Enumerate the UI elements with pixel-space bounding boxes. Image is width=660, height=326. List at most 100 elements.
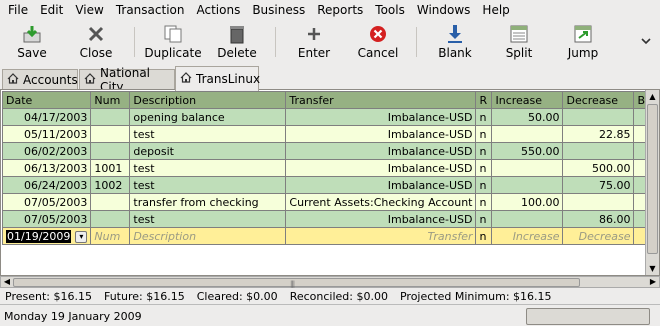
cell-decrease[interactable] bbox=[562, 193, 635, 211]
cell-decrease[interactable] bbox=[562, 142, 635, 160]
cell-reconciled[interactable]: n bbox=[475, 210, 493, 228]
menu-view[interactable]: View bbox=[69, 0, 109, 20]
cell-reconciled[interactable]: n bbox=[475, 159, 493, 177]
cell-date[interactable]: 06/02/2003 bbox=[1, 142, 92, 160]
cell-reconciled[interactable]: n bbox=[475, 142, 493, 160]
cell-transfer[interactable]: Imbalance-USD bbox=[285, 125, 477, 143]
col-date[interactable]: Date bbox=[1, 91, 92, 109]
cell-description[interactable]: test bbox=[129, 176, 287, 194]
menu-actions[interactable]: Actions bbox=[190, 0, 246, 20]
toolbar-overflow-chevron-icon[interactable] bbox=[638, 33, 654, 49]
cell-num[interactable]: 1001 bbox=[90, 159, 131, 177]
description-input[interactable]: Description bbox=[129, 227, 287, 245]
horizontal-scrollbar[interactable]: ◀ ||| ▶ bbox=[0, 276, 660, 288]
cell-transfer[interactable]: Current Assets:Checking Account bbox=[285, 193, 477, 211]
table-row[interactable]: 04/17/2003 opening balance Imbalance-USD… bbox=[1, 108, 656, 126]
cell-reconciled[interactable]: n bbox=[475, 125, 493, 143]
cell-increase[interactable] bbox=[491, 176, 564, 194]
cell-transfer[interactable]: Imbalance-USD bbox=[285, 159, 477, 177]
cell-increase[interactable]: 50.00 bbox=[491, 108, 564, 126]
cell-transfer[interactable]: Imbalance-USD bbox=[285, 210, 477, 228]
blank-transaction-row[interactable]: 01/19/2009 ▾ Num Description Transfer n I… bbox=[1, 227, 656, 245]
cell-num[interactable] bbox=[90, 125, 131, 143]
cell-increase[interactable] bbox=[491, 159, 564, 177]
cell-date[interactable]: 06/24/2003 bbox=[1, 176, 92, 194]
cell-reconciled[interactable]: n bbox=[475, 193, 493, 211]
cell-increase[interactable] bbox=[491, 210, 564, 228]
cell-num[interactable] bbox=[90, 142, 131, 160]
calendar-dropdown-icon[interactable]: ▾ bbox=[75, 230, 88, 243]
tab-translinux[interactable]: TransLinux bbox=[175, 66, 260, 91]
transfer-input[interactable]: Transfer bbox=[285, 227, 477, 245]
cell-description[interactable]: test bbox=[129, 159, 287, 177]
cell-description[interactable]: test bbox=[129, 125, 287, 143]
scroll-up-arrow-icon[interactable]: ▲ bbox=[646, 90, 659, 103]
cell-description[interactable]: test bbox=[129, 210, 287, 228]
cancel-button[interactable]: Cancel bbox=[346, 20, 410, 64]
cell-transfer[interactable]: Imbalance-USD bbox=[285, 176, 477, 194]
vertical-scroll-thumb[interactable] bbox=[647, 104, 658, 254]
cell-decrease[interactable]: 500.00 bbox=[562, 159, 635, 177]
cell-reconciled[interactable]: n bbox=[475, 108, 493, 126]
table-row[interactable]: 06/24/2003 1002 test Imbalance-USD n 75.… bbox=[1, 176, 656, 194]
enter-button[interactable]: Enter bbox=[282, 20, 346, 64]
blank-button[interactable]: Blank bbox=[423, 20, 487, 64]
horizontal-scroll-thumb[interactable]: ||| bbox=[13, 278, 580, 288]
duplicate-button[interactable]: Duplicate bbox=[141, 20, 205, 64]
vertical-scrollbar[interactable]: ▲ ▼ bbox=[645, 90, 659, 275]
cell-num[interactable] bbox=[90, 193, 131, 211]
date-input[interactable]: 01/19/2009 ▾ bbox=[1, 227, 92, 245]
date-input-value[interactable]: 01/19/2009 bbox=[6, 229, 72, 243]
cell-increase[interactable]: 100.00 bbox=[491, 193, 564, 211]
menu-file[interactable]: File bbox=[2, 0, 34, 20]
menu-tools[interactable]: Tools bbox=[369, 0, 411, 20]
table-row[interactable]: 05/11/2003 test Imbalance-USD n 22.85 bbox=[1, 125, 656, 143]
cell-transfer[interactable]: Imbalance-USD bbox=[285, 108, 477, 126]
cell-decrease[interactable]: 75.00 bbox=[562, 176, 635, 194]
menu-reports[interactable]: Reports bbox=[311, 0, 369, 20]
col-transfer[interactable]: Transfer bbox=[285, 91, 477, 109]
cell-reconciled[interactable]: n bbox=[475, 176, 493, 194]
tab-accounts[interactable]: Accounts bbox=[2, 69, 78, 90]
decrease-input[interactable]: Decrease bbox=[562, 227, 635, 245]
table-row[interactable]: 07/05/2003 transfer from checking Curren… bbox=[1, 193, 656, 211]
table-row[interactable]: 07/05/2003 test Imbalance-USD n 86.00 bbox=[1, 210, 656, 228]
cell-num[interactable]: 1002 bbox=[90, 176, 131, 194]
cell-date[interactable]: 05/11/2003 bbox=[1, 125, 92, 143]
num-input[interactable]: Num bbox=[90, 227, 131, 245]
delete-button[interactable]: Delete bbox=[205, 20, 269, 64]
menu-windows[interactable]: Windows bbox=[411, 0, 477, 20]
cell-decrease[interactable] bbox=[562, 108, 635, 126]
cell-description[interactable]: transfer from checking bbox=[129, 193, 287, 211]
scroll-right-arrow-icon[interactable]: ▶ bbox=[647, 276, 659, 288]
split-button[interactable]: Split bbox=[487, 20, 551, 64]
cell-decrease[interactable]: 86.00 bbox=[562, 210, 635, 228]
col-decrease[interactable]: Decrease bbox=[562, 91, 635, 109]
cell-transfer[interactable]: Imbalance-USD bbox=[285, 142, 477, 160]
cell-num[interactable] bbox=[90, 108, 131, 126]
menu-transaction[interactable]: Transaction bbox=[110, 0, 191, 20]
menu-business[interactable]: Business bbox=[246, 0, 311, 20]
increase-input[interactable]: Increase bbox=[491, 227, 564, 245]
col-description[interactable]: Description bbox=[129, 91, 287, 109]
scroll-left-arrow-icon[interactable]: ◀ bbox=[1, 276, 13, 288]
cell-decrease[interactable]: 22.85 bbox=[562, 125, 635, 143]
cell-description[interactable]: opening balance bbox=[129, 108, 287, 126]
cell-description[interactable]: deposit bbox=[129, 142, 287, 160]
table-row[interactable]: 06/13/2003 1001 test Imbalance-USD n 500… bbox=[1, 159, 656, 177]
menu-edit[interactable]: Edit bbox=[34, 0, 69, 20]
scroll-down-arrow-icon[interactable]: ▼ bbox=[646, 262, 659, 275]
close-button[interactable]: Close bbox=[64, 20, 128, 64]
cell-increase[interactable]: 550.00 bbox=[491, 142, 564, 160]
save-button[interactable]: Save bbox=[0, 20, 64, 64]
cell-date[interactable]: 06/13/2003 bbox=[1, 159, 92, 177]
reconciled-input[interactable]: n bbox=[475, 227, 493, 245]
jump-button[interactable]: Jump bbox=[551, 20, 615, 64]
cell-date[interactable]: 04/17/2003 bbox=[1, 108, 92, 126]
cell-num[interactable] bbox=[90, 210, 131, 228]
cell-date[interactable]: 07/05/2003 bbox=[1, 193, 92, 211]
cell-date[interactable]: 07/05/2003 bbox=[1, 210, 92, 228]
cell-increase[interactable] bbox=[491, 125, 564, 143]
col-reconciled[interactable]: R bbox=[475, 91, 493, 109]
col-num[interactable]: Num bbox=[90, 91, 131, 109]
